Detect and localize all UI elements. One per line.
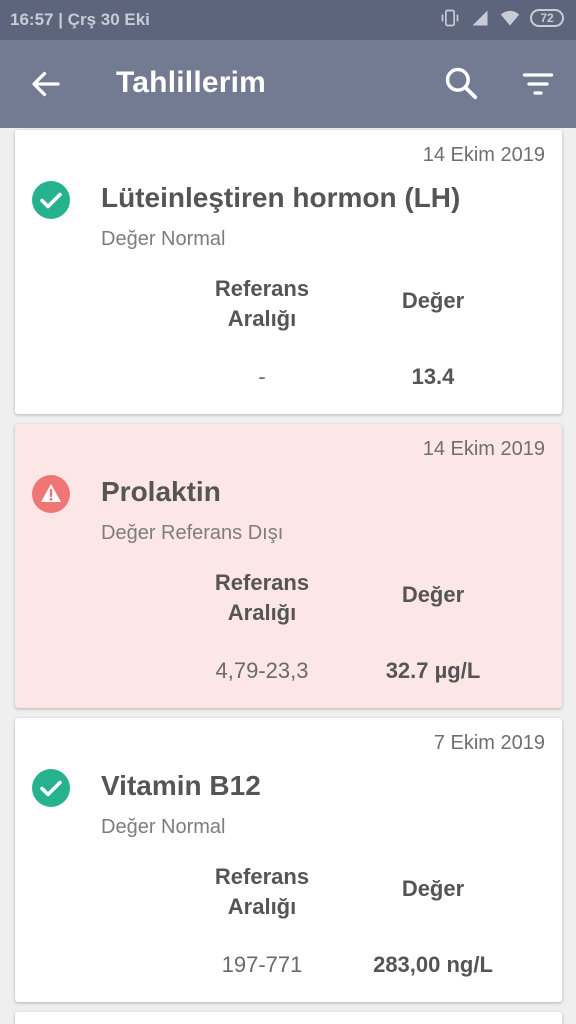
- result-status: Değer Normal: [101, 816, 226, 838]
- value-header: Değer: [401, 288, 465, 313]
- check-circle-icon: [32, 769, 70, 807]
- result-date: 14 Ekim 2019: [422, 438, 545, 460]
- result-card[interactable]: [15, 1012, 562, 1024]
- reference-range-header: Referans Aralığı: [214, 276, 310, 331]
- search-icon[interactable]: [442, 64, 480, 102]
- reference-range-value: 197-771: [221, 952, 303, 977]
- back-arrow-icon[interactable]: [28, 66, 64, 102]
- result-name: Lüteinleştiren hormon (LH): [101, 182, 461, 213]
- status-icons: 72: [440, 8, 564, 28]
- reference-range-value: 4,79-23,3: [215, 658, 309, 683]
- result-date: 7 Ekim 2019: [433, 732, 545, 754]
- filter-icon[interactable]: [518, 66, 558, 102]
- reference-range-header: Referans Aralığı: [214, 570, 310, 625]
- result-name: Prolaktin: [101, 476, 221, 507]
- vibrate-icon: [441, 9, 459, 27]
- value-header: Değer: [401, 876, 465, 901]
- status-bar: 16:57 | Çrş 30 Eki 72: [0, 0, 576, 40]
- wifi-icon: [500, 10, 520, 26]
- result-value: 32.7 µg/L: [385, 658, 481, 683]
- result-status: Değer Normal: [101, 228, 226, 250]
- warning-icon: [32, 475, 70, 513]
- result-name: Vitamin B12: [101, 770, 261, 801]
- check-circle-icon: [32, 181, 70, 219]
- result-value: 283,00 ng/L: [373, 952, 493, 977]
- result-date: 14 Ekim 2019: [422, 144, 545, 166]
- battery-icon: 72: [530, 9, 564, 27]
- page-title: Tahlillerim: [116, 66, 267, 99]
- app-bar: Tahlillerim: [0, 40, 576, 128]
- result-card[interactable]: 14 Ekim 2019 Prolaktin Değer Referans Dı…: [15, 424, 562, 708]
- result-card[interactable]: 14 Ekim 2019 Lüteinleştiren hormon (LH) …: [15, 130, 562, 414]
- reference-range-header: Referans Aralığı: [214, 864, 310, 919]
- signal-icon: [472, 10, 488, 26]
- status-time: 16:57 | Çrş 30 Eki: [10, 10, 150, 29]
- reference-range-value: -: [258, 364, 266, 389]
- result-status: Değer Referans Dışı: [101, 522, 284, 544]
- results-list: 14 Ekim 2019 Lüteinleştiren hormon (LH) …: [0, 128, 576, 1024]
- result-card[interactable]: 7 Ekim 2019 Vitamin B12 Değer Normal Ref…: [15, 718, 562, 1002]
- result-value: 13.4: [411, 364, 455, 389]
- value-header: Değer: [401, 582, 465, 607]
